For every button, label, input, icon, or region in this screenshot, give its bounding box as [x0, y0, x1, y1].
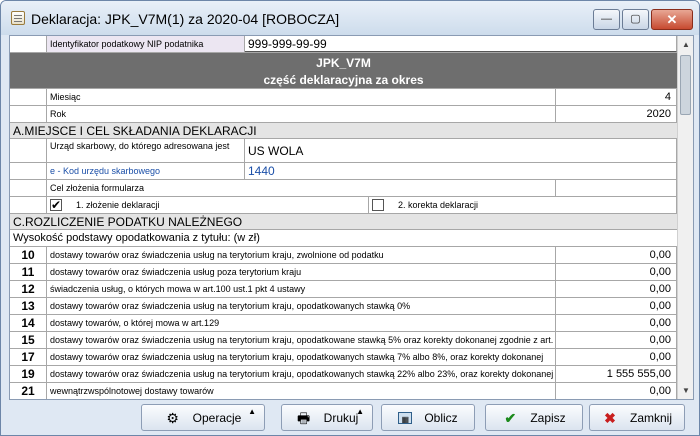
row-number: 14 — [10, 315, 47, 331]
submission-checkbox[interactable]: ✔ — [50, 199, 62, 211]
gears-icon: ⚙ — [166, 409, 179, 426]
section-c-title: C.ROZLICZENIE PODATKU NALEŻNEGO — [10, 214, 677, 230]
purpose-row: Cel złożenia formularza — [10, 180, 677, 197]
scroll-thumb[interactable] — [680, 55, 691, 115]
tax-base-row: 19 dostawy towarów oraz świadczenia usług… — [10, 366, 677, 383]
form-grid: Identyfikator podatkowy NIP podatnika 99… — [10, 36, 677, 399]
calculate-button[interactable]: ▦ Oblicz — [381, 404, 475, 431]
year-row: Rok 2020 — [10, 106, 677, 123]
tax-base-row: 13 dostawy towarów oraz świadczenia usług… — [10, 298, 677, 315]
month-field[interactable]: 4 — [556, 89, 677, 105]
row-amount-field[interactable]: 0,00 — [556, 332, 677, 348]
year-label: Rok — [47, 106, 556, 122]
row-label: dostawy towarów oraz świadczenia usług p… — [47, 264, 556, 280]
month-row: Miesiąc 4 — [10, 89, 677, 106]
correction-label: 2. korekta deklaracji — [398, 200, 479, 210]
maximize-button[interactable]: ▢ — [622, 9, 649, 30]
save-button[interactable]: ✔ Zapisz — [485, 404, 583, 431]
close-window-button[interactable]: ✕ — [651, 9, 693, 30]
row-label: dostawy towarów oraz świadczenia usług n… — [47, 366, 556, 382]
year-field[interactable]: 2020 — [556, 106, 677, 122]
row-label: dostawy towarów oraz świadczenia usług n… — [47, 298, 556, 314]
tax-base-row: 12 świadczenia usług, o których mowa w ar… — [10, 281, 677, 298]
tax-base-row: 21 wewnątrzwspólnotowej dostawy towarów 0,… — [10, 383, 677, 399]
option-submission[interactable]: ✔ 1. złożenie deklaracji — [47, 197, 369, 213]
row-amount-field[interactable]: 0,00 — [556, 264, 677, 280]
section-c-subtitle: Wysokość podstawy opodatkowania z tytułu… — [10, 230, 677, 247]
close-button[interactable]: ✖ Zamknij — [589, 404, 685, 431]
office-code-field[interactable]: 1440 — [245, 163, 677, 179]
caret-up-icon: ▲ — [356, 407, 364, 416]
row-number: 19 — [10, 366, 47, 382]
scroll-down-icon[interactable]: ▼ — [678, 382, 693, 399]
row-amount-field[interactable]: 0,00 — [556, 349, 677, 365]
row-number: 10 — [10, 247, 47, 263]
bottom-toolbar: ⚙ Operacje ▲ 🖶 Drukuj ▲ ▦ Oblicz ✔ Zapis… — [1, 401, 699, 435]
month-label: Miesiąc — [47, 89, 556, 105]
document-icon — [11, 11, 25, 25]
row-number: 21 — [10, 383, 47, 399]
row-amount-field[interactable]: 0,00 — [556, 315, 677, 331]
row-amount-field[interactable]: 0,00 — [556, 281, 677, 297]
option-correction[interactable]: 2. korekta deklaracji — [369, 197, 677, 213]
submission-label: 1. złożenie deklaracji — [76, 200, 160, 210]
row-label: dostawy towarów oraz świadczenia usług n… — [47, 247, 556, 263]
tax-base-row: 15 dostawy towarów oraz świadczenia usług… — [10, 332, 677, 349]
print-button[interactable]: 🖶 Drukuj ▲ — [281, 404, 373, 431]
office-code-label: e - Kod urzędu skarbowego — [47, 163, 245, 179]
office-label: Urząd skarbowy, do którego adresowana je… — [47, 139, 245, 162]
row-label: dostawy towarów oraz świadczenia usług n… — [47, 332, 556, 348]
tax-base-row: 14 dostawy towarów, o której mowa w art.1… — [10, 315, 677, 332]
calculator-icon: ▦ — [398, 411, 413, 424]
form-header: JPK_V7M część deklaracyjna za okres — [10, 53, 677, 89]
row-amount-field[interactable]: 0,00 — [556, 383, 677, 399]
row-number: 15 — [10, 332, 47, 348]
scroll-up-icon[interactable]: ▲ — [678, 36, 693, 53]
printer-icon: 🖶 — [297, 409, 311, 426]
tax-base-row: 10 dostawy towarów oraz świadczenia usług… — [10, 247, 677, 264]
form-title: JPK_V7M — [316, 56, 371, 70]
row-amount-field[interactable]: 0,00 — [556, 298, 677, 314]
row-label: dostawy towarów, o której mowa w art.129 — [47, 315, 556, 331]
vertical-scrollbar[interactable]: ▲ ▼ — [677, 36, 693, 399]
row-number: 13 — [10, 298, 47, 314]
declaration-form: Identyfikator podatkowy NIP podatnika 99… — [9, 35, 694, 400]
caret-up-icon: ▲ — [248, 407, 256, 416]
nip-row: Identyfikator podatkowy NIP podatnika 99… — [10, 36, 677, 53]
title-bar[interactable]: Deklaracja: JPK_V7M(1) za 2020-04 [ROBOC… — [1, 1, 699, 35]
office-field[interactable]: US WOLA — [245, 139, 677, 162]
window-title: Deklaracja: JPK_V7M(1) za 2020-04 [ROBOC… — [31, 11, 340, 27]
declaration-window: Deklaracja: JPK_V7M(1) za 2020-04 [ROBOC… — [0, 0, 700, 436]
tax-base-row: 17 dostawy towarów oraz świadczenia usług… — [10, 349, 677, 366]
operations-button[interactable]: ⚙ Operacje ▲ — [141, 404, 265, 431]
purpose-label: Cel złożenia formularza — [47, 180, 556, 196]
form-subtitle: część deklaracyjna za okres — [263, 73, 424, 87]
section-a-title: A.MIEJSCE I CEL SKŁADANIA DEKLARACJI — [10, 123, 677, 139]
tax-base-row: 11 dostawy towarów oraz świadczenia usług… — [10, 264, 677, 281]
correction-checkbox[interactable] — [372, 199, 384, 211]
row-label: wewnątrzwspólnotowej dostawy towarów — [47, 383, 556, 399]
nip-input[interactable]: 999-999-99-99 — [245, 36, 677, 52]
row-number: 17 — [10, 349, 47, 365]
office-row: Urząd skarbowy, do którego adresowana je… — [10, 139, 677, 163]
checkmark-icon: ✔ — [504, 409, 517, 426]
office-code-row: e - Kod urzędu skarbowego 1440 — [10, 163, 677, 180]
row-amount-field[interactable]: 0,00 — [556, 247, 677, 263]
nip-label: Identyfikator podatkowy NIP podatnika — [47, 36, 245, 52]
row-number: 12 — [10, 281, 47, 297]
row-amount-field[interactable]: 1 555 555,00 — [556, 366, 677, 382]
row-label: świadczenia usług, o których mowa w art.… — [47, 281, 556, 297]
close-icon: ✖ — [604, 409, 616, 426]
purpose-options-row: ✔ 1. złożenie deklaracji 2. korekta dekl… — [10, 197, 677, 214]
row-number: 11 — [10, 264, 47, 280]
row-label: dostawy towarów oraz świadczenia usług n… — [47, 349, 556, 365]
minimize-button[interactable]: — — [593, 9, 620, 30]
